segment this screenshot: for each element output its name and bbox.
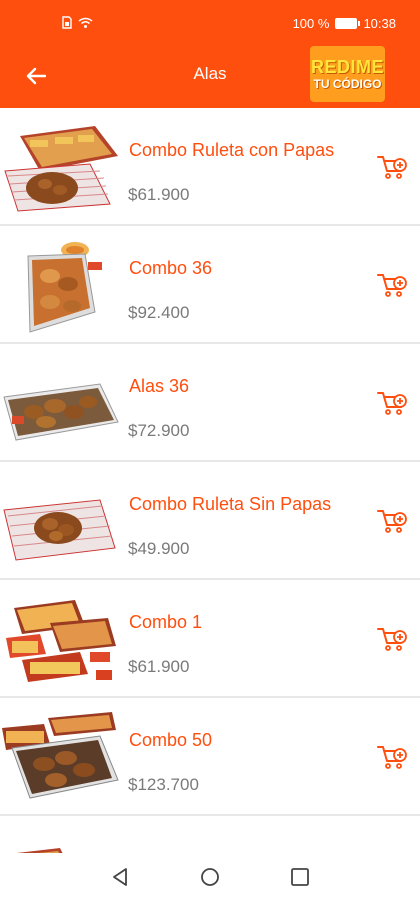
list-item[interactable]: Combo 1 $61.900 <box>0 580 420 698</box>
circle-home-icon[interactable] <box>198 865 222 889</box>
battery-icon <box>335 18 361 29</box>
status-right: 100 % 10:38 <box>293 16 396 31</box>
cart-add-icon[interactable] <box>377 272 407 298</box>
list-item[interactable]: Combo 36 $92.400 <box>0 226 420 344</box>
product-image <box>3 383 119 441</box>
product-price: $61.900 <box>128 185 190 204</box>
product-name: Combo Ruleta Sin Papas <box>129 494 332 514</box>
product-list[interactable]: Combo Ruleta con Papas $61.900 Combo 36 … <box>0 108 420 853</box>
product-image <box>3 499 116 561</box>
product-price: $61.900 <box>128 657 190 676</box>
product-name: Combo 36 <box>129 258 213 278</box>
sim-card-icon <box>62 16 72 29</box>
product-image <box>4 126 118 212</box>
list-item[interactable] <box>0 816 420 853</box>
system-navigation-bar <box>0 853 420 900</box>
product-price: $123.700 <box>128 775 199 794</box>
app-bar: 100 % 10:38 Alas REDIME TU CÓDIGO <box>0 0 420 108</box>
product-name: Combo 50 <box>129 730 213 750</box>
product-name: Combo Ruleta con Papas <box>129 140 335 160</box>
status-bar: 100 % 10:38 <box>0 0 420 50</box>
square-recents-icon[interactable] <box>288 865 312 889</box>
product-image <box>16 848 63 853</box>
status-time: 10:38 <box>363 16 396 31</box>
product-price: $49.900 <box>128 539 190 558</box>
list-item[interactable]: Combo Ruleta con Papas $61.900 <box>0 108 420 226</box>
list-item[interactable]: Combo Ruleta Sin Papas $49.900 <box>0 462 420 580</box>
redeem-line-2: TU CÓDIGO <box>313 77 382 91</box>
wifi-icon <box>78 17 93 28</box>
list-item[interactable]: Combo 50 $123.700 <box>0 698 420 816</box>
product-image <box>2 712 119 799</box>
triangle-back-icon[interactable] <box>108 865 132 889</box>
cart-add-icon[interactable] <box>377 744 407 770</box>
product-name: Alas 36 <box>129 376 190 396</box>
cart-add-icon[interactable] <box>377 390 407 416</box>
list-item[interactable]: Alas 36 $72.900 <box>0 344 420 462</box>
cart-add-icon[interactable] <box>377 154 407 180</box>
product-price: $72.900 <box>128 421 190 440</box>
cart-add-icon[interactable] <box>377 508 407 534</box>
status-left-icons <box>62 16 93 29</box>
product-image <box>27 242 102 333</box>
product-name: Combo 1 <box>129 612 203 632</box>
redeem-code-button[interactable]: REDIME TU CÓDIGO <box>310 46 385 102</box>
cart-add-icon[interactable] <box>377 626 407 652</box>
toolbar: Alas REDIME TU CÓDIGO <box>0 46 420 108</box>
product-image <box>6 600 116 682</box>
battery-percentage: 100 % <box>292 16 330 31</box>
product-price: $92.400 <box>128 303 190 322</box>
redeem-line-1: REDIME <box>310 57 384 77</box>
